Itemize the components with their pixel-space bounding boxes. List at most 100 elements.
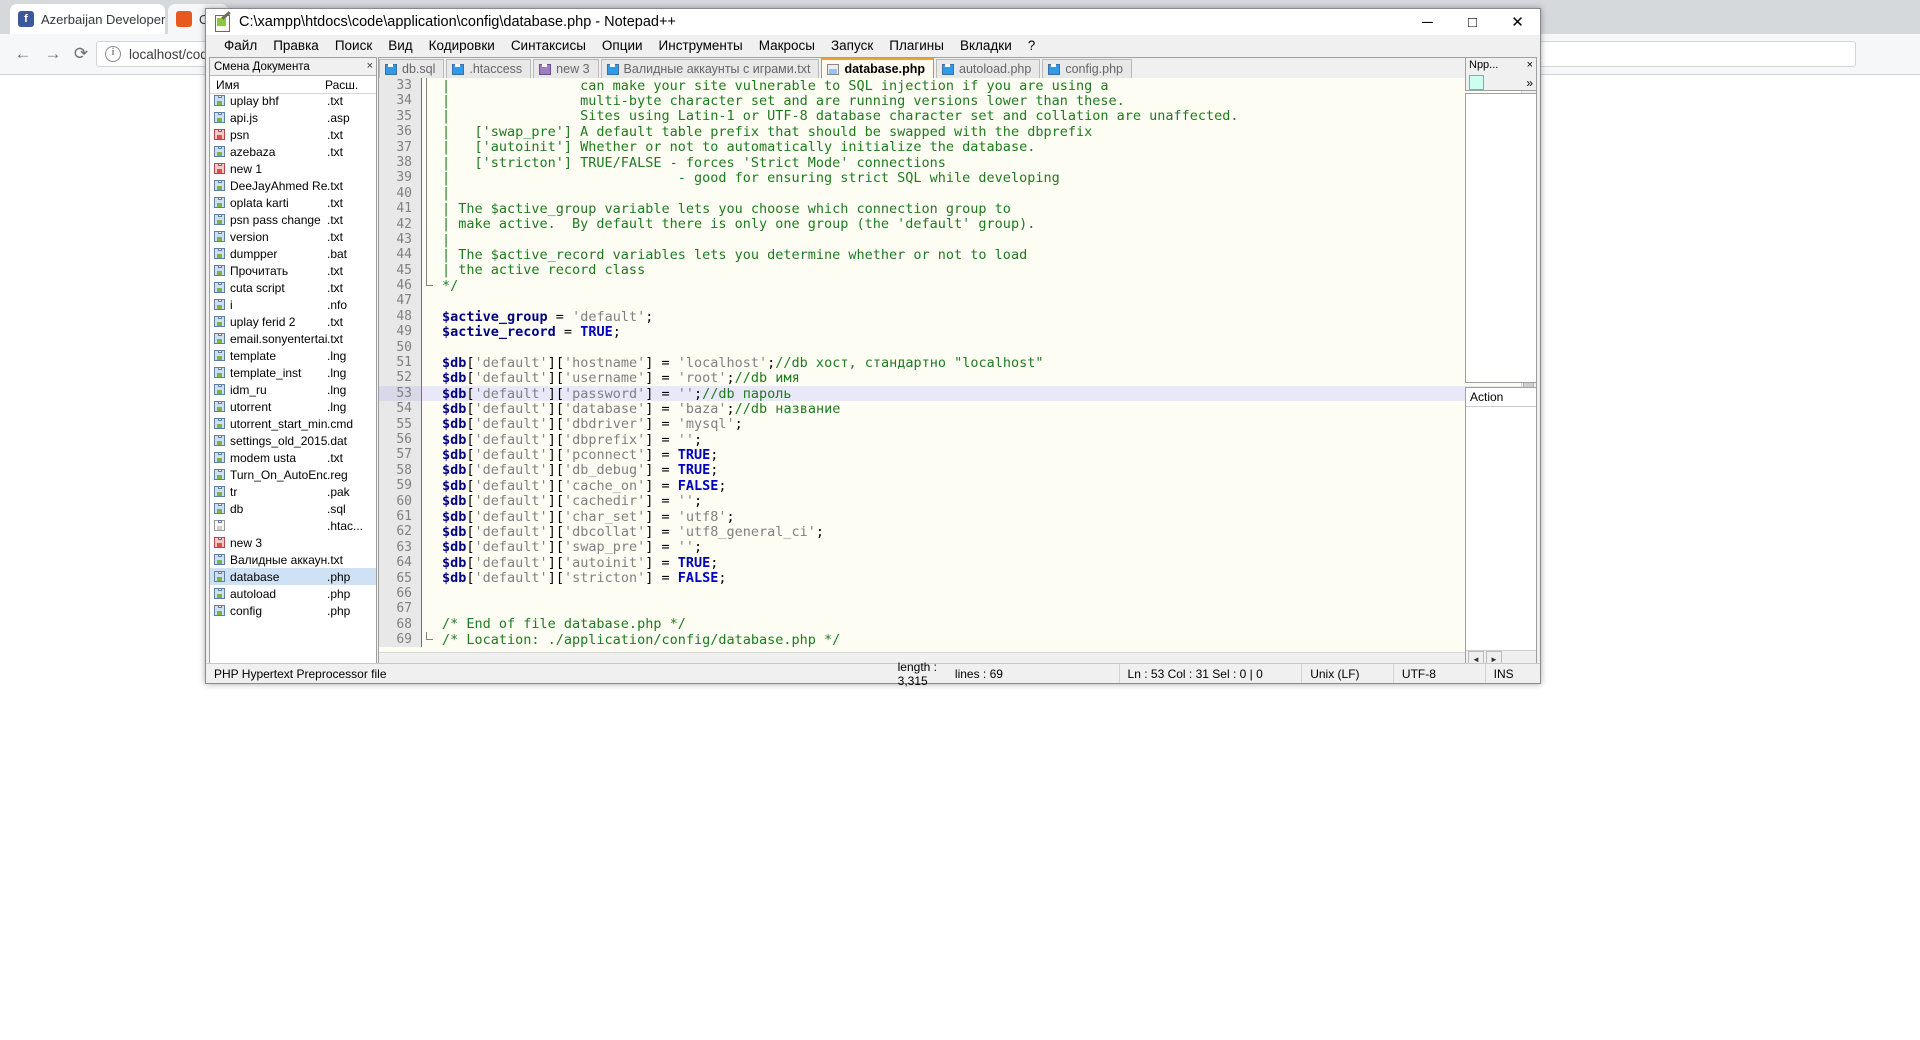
fold-margin[interactable] — [421, 570, 436, 586]
fold-margin[interactable] — [421, 139, 436, 155]
plugin-preview-panel[interactable] — [1465, 93, 1537, 383]
fold-margin[interactable] — [421, 370, 436, 386]
fold-margin[interactable] — [421, 308, 436, 325]
close-icon[interactable]: × — [1527, 59, 1533, 71]
fold-margin[interactable] — [421, 508, 436, 525]
fold-margin[interactable] — [421, 462, 436, 479]
file-tab[interactable]: .htaccess — [446, 59, 532, 78]
plugin-tool-icon[interactable] — [1469, 75, 1484, 90]
document-switcher-row[interactable]: email.sonyentertain....txt — [210, 330, 376, 347]
fold-margin[interactable] — [421, 185, 436, 202]
fold-margin[interactable] — [421, 555, 436, 571]
document-switcher-row[interactable]: dumpper .bat — [210, 245, 376, 262]
document-switcher-row[interactable]: settings_old_2015.07.03.dat — [210, 432, 376, 449]
fold-margin[interactable] — [421, 124, 436, 140]
menu-item-window[interactable]: Вкладки — [952, 35, 1020, 56]
fold-margin[interactable] — [421, 293, 436, 309]
fold-margin[interactable] — [421, 108, 436, 125]
close-button[interactable]: ✕ — [1495, 9, 1540, 35]
fold-margin[interactable] — [421, 385, 436, 402]
document-switcher-row[interactable]: Валидные аккаунты ....txt — [210, 551, 376, 568]
document-switcher-row[interactable]: utorrent_start_minim....cmd — [210, 415, 376, 432]
document-switcher-row[interactable]: utorrent .lng — [210, 398, 376, 415]
fold-margin[interactable] — [421, 585, 436, 602]
document-switcher-row[interactable]: DeeJayAhmed ReEnc....txt — [210, 177, 376, 194]
fold-margin[interactable] — [421, 154, 436, 171]
fold-margin[interactable] — [421, 339, 436, 356]
browser-tab-0[interactable]: f Azerbaijan Developers G × — [10, 4, 165, 34]
minimize-button[interactable]: ─ — [1405, 9, 1450, 35]
document-switcher-row[interactable]: psn pass change .txt — [210, 211, 376, 228]
menu-item-file[interactable]: Файл — [216, 35, 265, 56]
fold-margin[interactable] — [421, 247, 436, 263]
fold-margin[interactable] — [421, 478, 436, 494]
fold-margin[interactable] — [421, 93, 436, 109]
document-switcher-row[interactable]: uplay bhf .txt — [210, 92, 376, 109]
document-switcher-row[interactable]: new 1 — [210, 160, 376, 177]
fold-margin[interactable] — [421, 401, 436, 417]
menu-item-view[interactable]: Вид — [380, 35, 420, 56]
fold-margin[interactable] — [421, 216, 436, 232]
reload-icon[interactable]: ⟳ — [70, 43, 92, 65]
fold-margin[interactable] — [421, 601, 436, 617]
forward-icon[interactable]: → — [42, 43, 64, 65]
maximize-button[interactable]: □ — [1450, 9, 1495, 35]
fold-margin[interactable] — [421, 524, 436, 540]
fold-margin[interactable] — [421, 447, 436, 463]
fold-margin[interactable] — [421, 201, 436, 217]
expand-icon[interactable]: » — [1526, 76, 1533, 90]
document-switcher-row[interactable]: new 3 — [210, 534, 376, 551]
menu-item-language[interactable]: Синтаксисы — [503, 35, 594, 56]
document-switcher-row[interactable]: .htac... — [210, 517, 376, 534]
menu-item-tools[interactable]: Инструменты — [651, 35, 751, 56]
menu-item-edit[interactable]: Правка — [265, 35, 327, 56]
document-switcher-row[interactable]: version .txt — [210, 228, 376, 245]
document-switcher-row[interactable]: db .sql — [210, 500, 376, 517]
menu-item-plugins[interactable]: Плагины — [881, 35, 952, 56]
document-switcher-row[interactable]: autoload .php — [210, 585, 376, 602]
file-tab[interactable]: new 3 — [533, 59, 599, 78]
fold-margin[interactable] — [421, 355, 436, 371]
fold-margin[interactable] — [421, 170, 436, 186]
fold-margin[interactable] — [421, 493, 436, 509]
document-switcher-row[interactable]: api.js .asp — [210, 109, 376, 126]
file-tab[interactable]: config.php — [1042, 59, 1132, 78]
document-switcher-row[interactable]: Прочитать .txt — [210, 262, 376, 279]
document-switcher-row[interactable]: template .lng — [210, 347, 376, 364]
document-switcher-row[interactable]: i .nfo — [210, 296, 376, 313]
column-header-name[interactable]: Имя — [210, 78, 325, 92]
fold-margin[interactable] — [421, 416, 436, 432]
title-bar[interactable]: C:\xampp\htdocs\code\application\config\… — [206, 9, 1540, 35]
document-switcher-row[interactable]: uplay ferid 2 .txt — [210, 313, 376, 330]
fold-margin[interactable] — [421, 616, 436, 633]
document-switcher-row[interactable]: psn .txt — [210, 126, 376, 143]
document-switcher-row[interactable]: oplata karti .txt — [210, 194, 376, 211]
document-switcher-row[interactable]: azebaza .txt — [210, 143, 376, 160]
menu-item-settings[interactable]: Опции — [594, 35, 651, 56]
fold-margin[interactable] — [421, 539, 436, 556]
fold-margin[interactable] — [421, 262, 436, 279]
menu-item-search[interactable]: Поиск — [327, 35, 380, 56]
document-switcher-row[interactable]: database .php — [210, 568, 376, 585]
file-tab[interactable]: db.sql — [379, 59, 445, 78]
menu-item-help[interactable]: ? — [1020, 35, 1044, 56]
file-tab[interactable]: Валидные аккаунты с играми.txt — [600, 59, 820, 78]
document-switcher-row[interactable]: Turn_On_AutoEndTa....reg — [210, 466, 376, 483]
fold-margin[interactable] — [421, 78, 436, 94]
document-switcher-row[interactable]: config .php — [210, 602, 376, 619]
document-switcher-list[interactable]: uplay bhf .txt api.js .asp psn .txt azebaza .tx… — [210, 92, 376, 667]
document-switcher-row[interactable]: idm_ru .lng — [210, 381, 376, 398]
menu-item-run[interactable]: Запуск — [823, 35, 881, 56]
back-icon[interactable]: ← — [12, 43, 34, 65]
document-switcher-row[interactable]: cuta script .txt — [210, 279, 376, 296]
fold-margin[interactable] — [421, 431, 436, 448]
document-switcher-row[interactable]: modem usta .txt — [210, 449, 376, 466]
close-icon[interactable]: × — [367, 60, 373, 72]
menu-item-encoding[interactable]: Кодировки — [421, 35, 503, 56]
code-editor[interactable]: 33 | can make your site vulnerable to SQL… — [379, 78, 1522, 653]
fold-margin[interactable] — [421, 632, 436, 648]
fold-margin[interactable] — [421, 324, 436, 340]
fold-margin[interactable] — [421, 278, 436, 294]
file-tab[interactable]: autoload.php — [936, 59, 1041, 78]
menu-item-macro[interactable]: Макросы — [751, 35, 823, 56]
